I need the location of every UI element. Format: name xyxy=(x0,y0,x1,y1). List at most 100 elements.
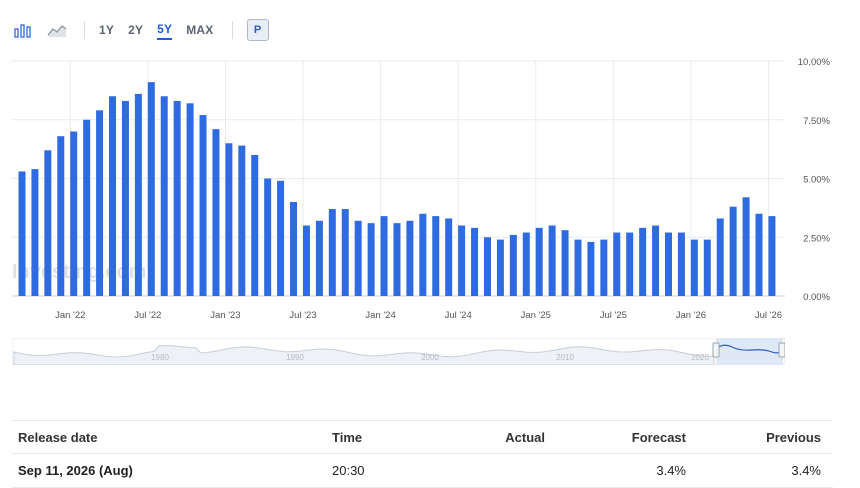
bar xyxy=(225,143,233,296)
y-tick-label: 2.50% xyxy=(803,233,830,244)
bar xyxy=(264,178,272,296)
range-2y-button[interactable]: 2Y xyxy=(128,21,143,39)
bar xyxy=(380,216,388,296)
bar xyxy=(406,220,414,296)
release-table: Release date Time Actual Forecast Previo… xyxy=(12,420,833,488)
bar xyxy=(626,232,634,296)
bar xyxy=(328,209,336,296)
bar xyxy=(613,232,621,296)
bar xyxy=(652,225,660,296)
bar xyxy=(445,218,453,296)
bar xyxy=(134,93,142,297)
range-navigator[interactable]: 1980 1990 2000 2010 2020 xyxy=(12,338,785,365)
x-tick-label: Jan '26 xyxy=(676,310,706,321)
bar xyxy=(160,96,168,296)
bar xyxy=(70,131,78,296)
bar xyxy=(432,216,440,296)
y-tick-label: 10.00% xyxy=(798,57,831,68)
bar xyxy=(354,220,362,296)
bar xyxy=(199,115,207,296)
bar xyxy=(277,180,285,296)
navigator-right-handle[interactable] xyxy=(778,342,785,358)
header-time: Time xyxy=(332,429,363,445)
x-tick-label: Jul '25 xyxy=(600,310,627,321)
x-tick-label: Jan '25 xyxy=(521,310,551,321)
bar xyxy=(561,230,569,296)
toolbar-divider xyxy=(231,21,233,39)
x-tick-label: Jan '24 xyxy=(365,310,395,321)
bar xyxy=(665,232,672,296)
bar xyxy=(83,119,91,296)
chart-toolbar: 1Y 2Y 5Y MAX P xyxy=(12,16,269,44)
y-axis-labels: 10.00% 7.50% 5.00% 2.50% 0.00% xyxy=(798,57,831,303)
x-tick-label: Jul '26 xyxy=(755,310,782,321)
bar xyxy=(44,150,52,296)
bar xyxy=(574,239,582,296)
navigator-year-label: 2020 xyxy=(691,353,709,362)
bar-chart-icon[interactable] xyxy=(12,19,34,41)
bar xyxy=(290,202,298,296)
bar xyxy=(496,239,504,296)
navigator-year-label: 1990 xyxy=(286,353,304,362)
bar xyxy=(186,103,194,296)
bar xyxy=(393,223,401,296)
header-previous: Previous xyxy=(766,429,821,445)
bar xyxy=(458,225,466,296)
x-tick-label: Jul '23 xyxy=(289,310,316,321)
header-release-date: Release date xyxy=(18,429,98,445)
bar xyxy=(121,100,129,296)
bar xyxy=(419,213,427,296)
bar xyxy=(173,100,181,296)
bar xyxy=(587,241,595,296)
header-actual: Actual xyxy=(505,429,545,445)
bar xyxy=(96,110,104,296)
x-tick-label: Jul '24 xyxy=(445,310,472,321)
x-tick-label: Jan '22 xyxy=(55,310,85,321)
x-tick-label: Jul '22 xyxy=(134,310,161,321)
y-tick-label: 5.00% xyxy=(803,175,830,186)
area-chart-icon[interactable] xyxy=(46,19,68,41)
bar xyxy=(548,225,556,296)
navigator-left-handle[interactable] xyxy=(712,342,720,358)
y-tick-label: 7.50% xyxy=(803,116,830,127)
bar xyxy=(251,155,259,296)
navigator-year-label: 1980 xyxy=(151,353,169,362)
range-5y-button[interactable]: 5Y xyxy=(157,20,173,40)
bar-chart: Investing.com 10.00%7.50%5.00%2.50%0.00%… xyxy=(12,57,831,321)
bar xyxy=(522,232,530,296)
bar xyxy=(600,239,608,296)
bar xyxy=(768,216,776,296)
range-1y-button[interactable]: 1Y xyxy=(99,21,114,39)
navigator-year-label: 2000 xyxy=(421,353,439,362)
bar xyxy=(57,136,65,296)
bar xyxy=(341,209,349,296)
navigator-year-label: 2010 xyxy=(556,353,574,362)
cell-release-date: Sep 11, 2026 (Aug) xyxy=(18,463,133,478)
cell-time: 20:30 xyxy=(332,463,365,478)
range-max-button[interactable]: MAX xyxy=(186,21,213,39)
bar xyxy=(367,223,375,296)
cell-forecast: 3.4% xyxy=(656,463,686,478)
bar xyxy=(31,169,39,296)
p-toggle-button[interactable]: P xyxy=(246,19,269,41)
bar xyxy=(703,239,711,296)
bar xyxy=(315,220,323,296)
bar xyxy=(238,145,246,296)
x-axis-labels: Jan '22 Jul '22 Jan '23 Jul '23 Jan '24 Jul '… xyxy=(55,310,782,321)
bar xyxy=(212,129,220,296)
bar xyxy=(509,234,517,296)
bar xyxy=(755,213,763,296)
x-tick-label: Jan '23 xyxy=(210,310,240,321)
bar xyxy=(742,197,750,296)
header-forecast: Forecast xyxy=(631,429,686,445)
bar xyxy=(690,239,698,296)
bar xyxy=(18,171,26,296)
bar xyxy=(109,96,117,296)
table-header-row: Release date Time Actual Forecast Previo… xyxy=(12,420,833,454)
navigator-selection[interactable] xyxy=(716,338,783,365)
bar xyxy=(483,237,491,296)
bar xyxy=(535,227,543,296)
toolbar-divider xyxy=(84,21,85,39)
bar xyxy=(716,218,724,296)
y-tick-label: 0.00% xyxy=(803,292,830,303)
